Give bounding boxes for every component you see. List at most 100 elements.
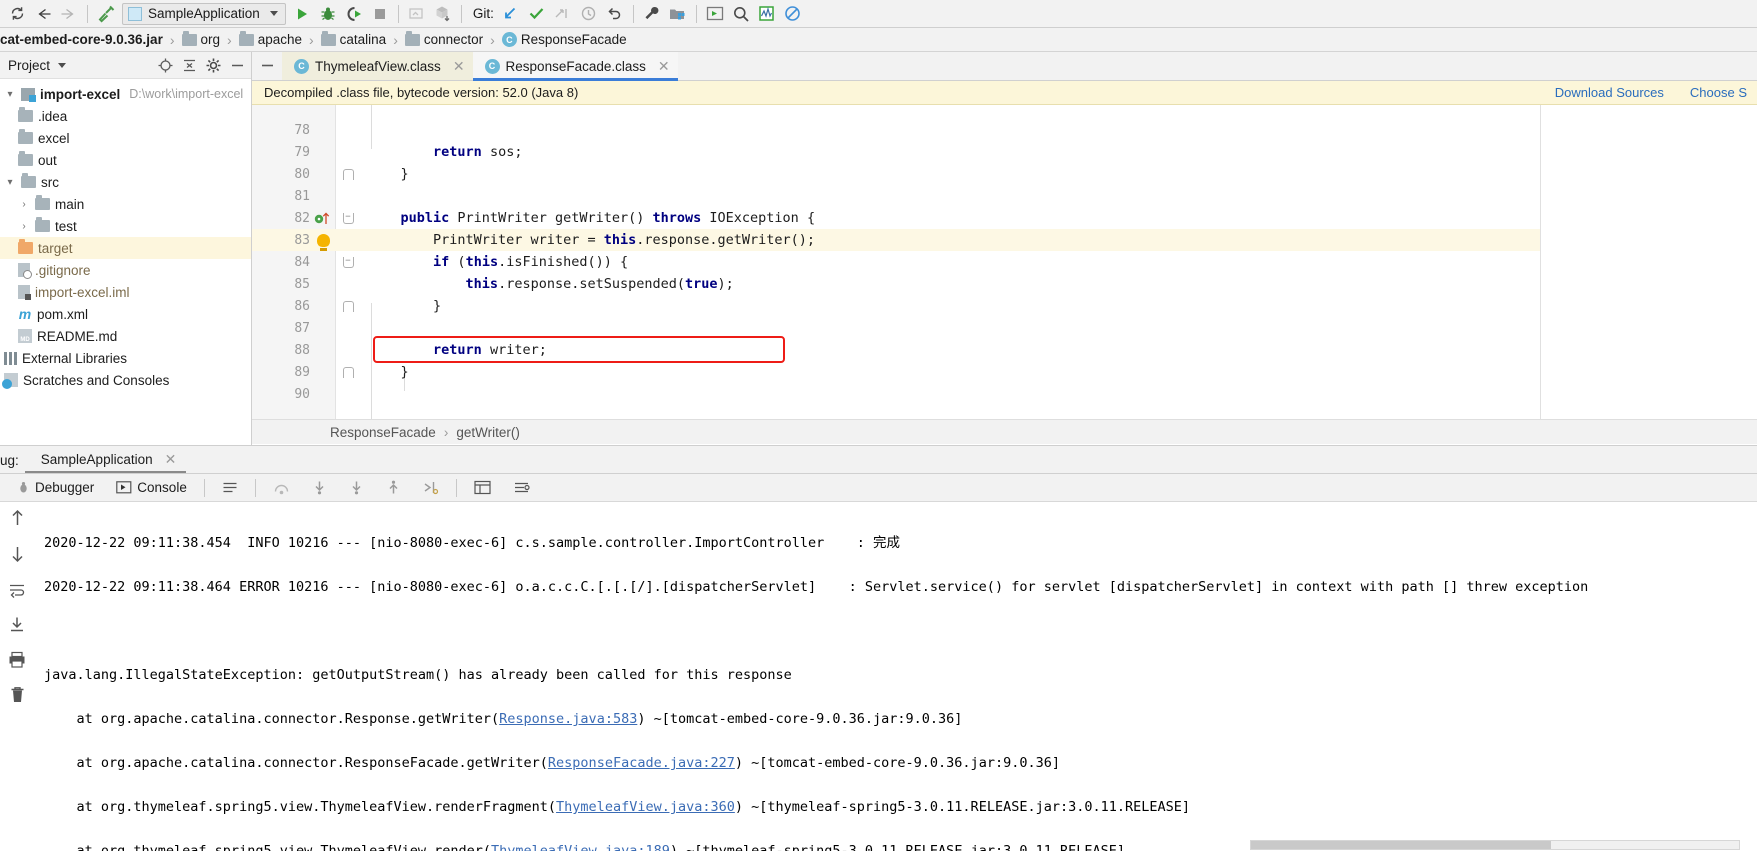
debug-subtab-debugger[interactable]: Debugger xyxy=(6,475,105,501)
download-sources-link[interactable]: Download Sources xyxy=(1555,85,1664,100)
tree-item-readme[interactable]: MD README.md xyxy=(0,325,251,347)
breadcrumb-connector[interactable]: connector xyxy=(403,30,485,47)
breadcrumb-apache[interactable]: apache xyxy=(237,30,304,47)
back-arrow-icon[interactable] xyxy=(30,2,56,26)
debug-icon[interactable] xyxy=(315,2,341,26)
editor-tab-responsefacade[interactable]: C ResponseFacade.class ✕ xyxy=(472,52,678,81)
breadcrumb-catalina[interactable]: catalina xyxy=(319,30,389,47)
choose-sources-link[interactable]: Choose S xyxy=(1690,85,1747,100)
breadcrumb-jar[interactable]: cat-embed-core-9.0.36.jar xyxy=(0,32,165,47)
terminal-icon[interactable] xyxy=(702,2,728,26)
sync-icon[interactable] xyxy=(4,2,30,26)
debug-session-tab[interactable]: SampleApplication ✕ xyxy=(24,446,187,473)
step-into-button[interactable] xyxy=(301,475,338,501)
search-everywhere-icon[interactable] xyxy=(728,2,754,26)
tree-item-target[interactable]: target xyxy=(0,237,251,259)
fold-start-icon[interactable]: − xyxy=(342,256,354,268)
intention-bulb-icon[interactable] xyxy=(310,233,336,251)
console-file-link[interactable]: Response.java:583 xyxy=(499,711,637,727)
git-push-icon[interactable] xyxy=(550,2,576,26)
locate-target-icon[interactable] xyxy=(158,58,173,73)
code-editor[interactable]: 78 79 return sos; 80 } 81 82 − public Pr… xyxy=(252,105,1757,419)
forward-arrow-icon[interactable] xyxy=(56,2,82,26)
divider xyxy=(254,478,256,497)
run-icon[interactable] xyxy=(289,2,315,26)
ide-window: SampleApplication Git: cat-embed-core-9.… xyxy=(0,0,1757,851)
console-output[interactable]: 2020-12-22 09:11:38.454 INFO 10216 --- [… xyxy=(34,502,1757,851)
tree-item-pom[interactable]: m pom.xml xyxy=(0,303,251,325)
close-icon[interactable]: ✕ xyxy=(453,58,465,75)
editor-tab-thymeleafview[interactable]: C ThymeleafView.class ✕ xyxy=(282,52,473,80)
git-history-icon[interactable] xyxy=(576,2,602,26)
scroll-down-icon[interactable] xyxy=(9,545,26,564)
console-file-link[interactable]: ResponseFacade.java:227 xyxy=(548,755,735,771)
breadcrumb-method-name[interactable]: getWriter() xyxy=(456,425,520,440)
chevron-down-icon[interactable] xyxy=(58,62,67,68)
project-structure-icon[interactable] xyxy=(665,2,691,26)
print-icon[interactable] xyxy=(8,651,26,668)
stop-icon[interactable] xyxy=(367,2,393,26)
tree-item-test[interactable]: › test xyxy=(0,215,251,237)
chevron-right-icon[interactable]: › xyxy=(18,199,30,210)
run-coverage-icon[interactable] xyxy=(341,2,367,26)
close-icon[interactable]: ✕ xyxy=(165,451,177,468)
tree-item-scratches[interactable]: Scratches and Consoles xyxy=(0,369,251,391)
collapse-all-icon[interactable] xyxy=(182,58,197,73)
tree-item-src[interactable]: ▾ src xyxy=(0,171,251,193)
console-file-link[interactable]: ThymeleafView.java:189 xyxy=(491,843,670,851)
console-horizontal-scrollbar[interactable] xyxy=(1250,840,1740,850)
debug-subtab-console[interactable]: Console xyxy=(105,475,198,501)
tree-item-external-libraries[interactable]: External Libraries xyxy=(0,347,251,369)
scroll-up-icon[interactable] xyxy=(9,508,26,527)
gear-icon[interactable] xyxy=(206,58,221,73)
package-download-icon[interactable] xyxy=(430,2,456,26)
run-to-cursor-button[interactable] xyxy=(412,475,450,501)
override-marker-icon[interactable] xyxy=(310,211,336,225)
fold-start-icon[interactable]: − xyxy=(342,212,354,224)
tree-item-gitignore[interactable]: .gitignore xyxy=(0,259,251,281)
fold-marker[interactable]: − xyxy=(336,256,360,268)
breadcrumb-org[interactable]: org xyxy=(180,30,223,47)
clear-all-icon[interactable] xyxy=(9,686,26,704)
fold-marker[interactable] xyxy=(336,366,360,378)
step-out-button[interactable] xyxy=(375,475,412,501)
soft-wrap-icon[interactable] xyxy=(8,582,26,598)
fold-end-icon[interactable] xyxy=(342,300,354,312)
chevron-down-icon[interactable]: ▾ xyxy=(4,177,16,188)
hide-icon[interactable] xyxy=(230,58,245,73)
scrollbar-thumb[interactable] xyxy=(1251,841,1551,849)
view-breakpoints-button[interactable] xyxy=(502,475,541,501)
tree-item-excel[interactable]: excel xyxy=(0,127,251,149)
fold-end-icon[interactable] xyxy=(342,168,354,180)
git-commit-icon[interactable] xyxy=(524,2,550,26)
run-configuration-selector[interactable]: SampleApplication xyxy=(122,2,286,25)
build-hammer-icon[interactable] xyxy=(93,2,119,26)
profiler-icon[interactable] xyxy=(754,2,780,26)
scroll-to-end-icon[interactable] xyxy=(8,616,26,633)
fold-end-icon[interactable] xyxy=(342,366,354,378)
hide-editor-icon[interactable] xyxy=(252,51,282,80)
breadcrumb-class[interactable]: C ResponseFacade xyxy=(500,32,629,47)
layout-settings-button[interactable] xyxy=(211,475,249,501)
close-icon[interactable]: ✕ xyxy=(658,58,670,75)
settings-wrench-icon[interactable] xyxy=(639,2,665,26)
no-entry-icon[interactable] xyxy=(780,2,806,26)
step-over-button[interactable] xyxy=(262,475,301,501)
chevron-down-icon[interactable]: ▾ xyxy=(4,89,16,100)
fold-marker[interactable] xyxy=(336,168,360,180)
git-rollback-icon[interactable] xyxy=(602,2,628,26)
console-file-link[interactable]: ThymeleafView.java:360 xyxy=(556,799,735,815)
breadcrumb-class-name[interactable]: ResponseFacade xyxy=(330,425,436,440)
attach-debugger-icon[interactable] xyxy=(404,2,430,26)
evaluate-expression-button[interactable] xyxy=(463,475,502,501)
fold-marker[interactable]: − xyxy=(336,212,360,224)
tree-item-idea[interactable]: .idea xyxy=(0,105,251,127)
tree-item-out[interactable]: out xyxy=(0,149,251,171)
tree-item-import-excel[interactable]: ▾ import-excel D:\work\import-excel xyxy=(0,83,251,105)
force-step-into-button[interactable] xyxy=(338,475,375,501)
tree-item-main[interactable]: › main xyxy=(0,193,251,215)
fold-marker[interactable] xyxy=(336,300,360,312)
chevron-right-icon[interactable]: › xyxy=(18,221,30,232)
tree-item-iml[interactable]: import-excel.iml xyxy=(0,281,251,303)
git-update-icon[interactable] xyxy=(498,2,524,26)
